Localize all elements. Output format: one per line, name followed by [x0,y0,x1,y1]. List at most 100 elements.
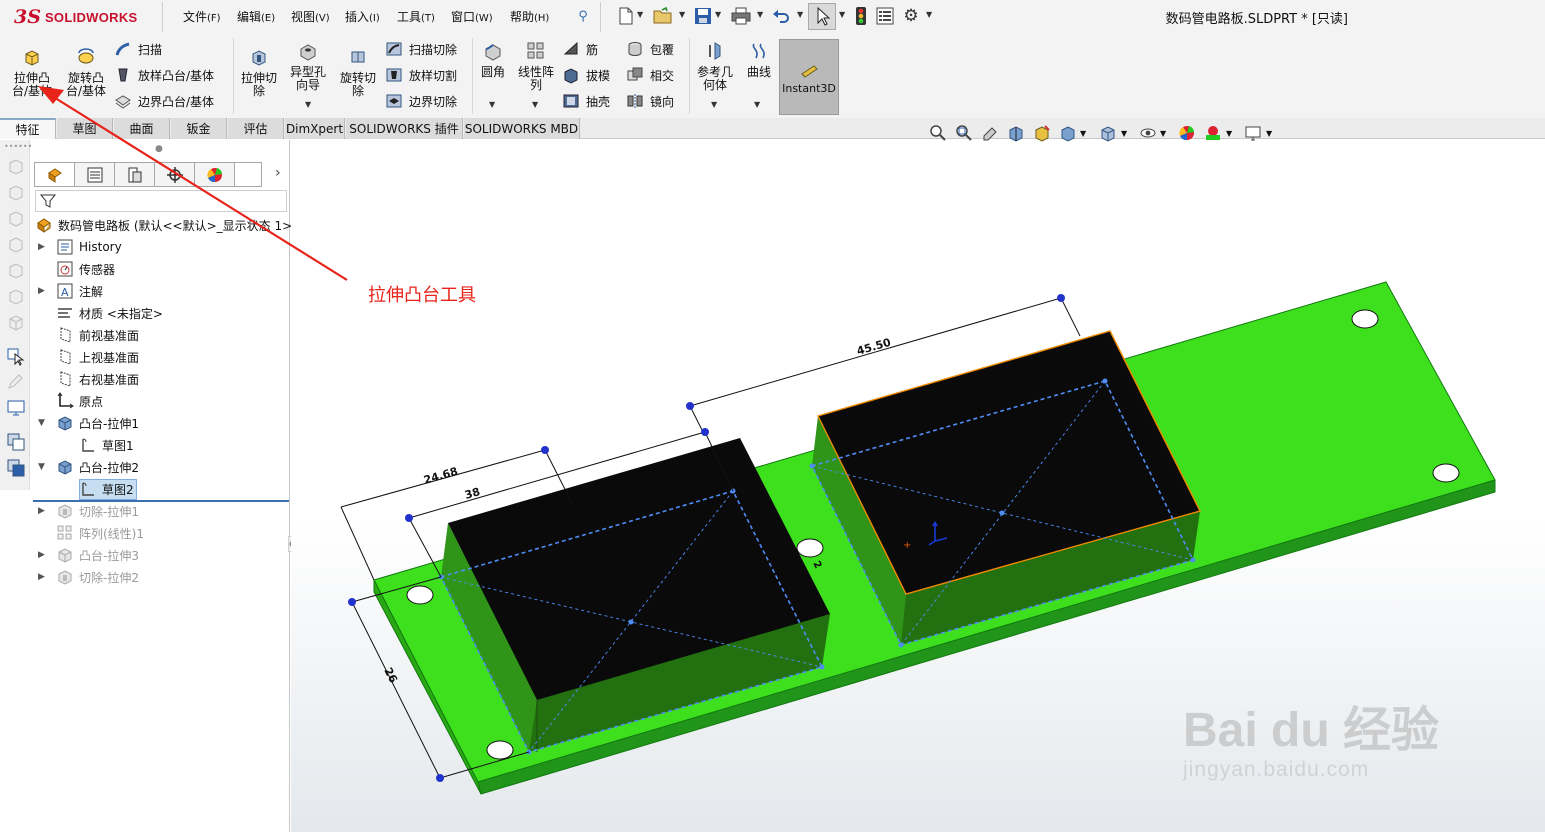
extrude-boss-button[interactable]: 拉伸凸 台/基体 [8,47,56,98]
file-properties-icon[interactable] [875,6,895,26]
expand-arrow-icon[interactable]: ▶ [38,242,45,252]
collapse-arrow-icon[interactable]: ▼ [38,418,45,428]
save-icon[interactable] [693,6,713,26]
expand-arrow-icon[interactable]: ▶ [38,506,45,516]
chevron-down-icon[interactable]: ▼ [1160,129,1166,138]
display-style-icon[interactable] [1099,124,1117,142]
mounting-hole[interactable] [486,740,514,760]
panel-grip[interactable]: ● [155,144,163,154]
tree-item-history[interactable]: History [56,236,122,258]
chevron-down-icon[interactable]: ▼ [637,10,643,19]
feature-tree-tab[interactable] [35,163,75,186]
lofted-cut-button[interactable]: 放样切割 [385,64,457,86]
configuration-manager-tab[interactable] [115,163,155,186]
hide-show-items-icon[interactable] [1139,124,1157,142]
reference-geometry-button[interactable]: 参考几 何体 [692,41,738,92]
chevron-down-icon[interactable]: ▼ [754,100,760,109]
chevron-down-icon[interactable]: ▼ [715,10,721,19]
open-folder-icon[interactable] [653,6,673,26]
linear-pattern-button[interactable]: 线性阵 列 [513,41,559,92]
tab-sheet-metal[interactable]: 钣金 [171,118,227,139]
chevron-down-icon[interactable]: ▼ [711,100,717,109]
tab-evaluate[interactable]: 评估 [228,118,284,139]
intersect-button[interactable]: 相交 [626,64,674,86]
chevron-down-icon[interactable]: ▼ [757,10,763,19]
zoom-to-fit-icon[interactable] [929,124,947,142]
menu-view[interactable]: 视图(V) [291,8,330,25]
mounting-hole[interactable] [796,538,824,558]
view-cube-icon[interactable] [6,286,26,306]
zoom-to-area-icon[interactable] [955,124,973,142]
rebuild-traffic-light-icon[interactable] [851,6,871,26]
chevron-down-icon[interactable]: ▼ [489,100,495,109]
tree-item-material[interactable]: 材质 <未指定> [56,302,163,324]
mounting-hole[interactable] [1351,309,1379,329]
undo-icon[interactable] [771,6,791,26]
rib-button[interactable]: 筋 [562,38,598,60]
wrap-button[interactable]: 包覆 [626,38,674,60]
paste-icon[interactable] [6,458,26,478]
tab-surfaces[interactable]: 曲面 [114,118,170,139]
view-cube-icon[interactable] [6,260,26,280]
fillet-button[interactable]: 圆角 [476,41,510,79]
display-manager-tab[interactable] [195,163,235,186]
draft-button[interactable]: 拔模 [562,64,610,86]
select-icon[interactable] [6,346,26,366]
part-root-node[interactable]: 数码管电路板 (默认<<默认>_显示状态 1>) [35,214,297,236]
tree-item-cut-extrude1[interactable]: 切除-拉伸1 [56,500,139,522]
select-tool-button[interactable] [808,3,836,30]
tab-features[interactable]: 特征 [0,118,56,139]
extrude-cut-button[interactable]: 拉伸切 除 [236,47,282,98]
tree-item-sensors[interactable]: 传感器 [56,258,115,280]
dimxpert-manager-tab[interactable] [155,163,195,186]
revolve-boss-button[interactable]: 旋转凸 台/基体 [62,47,110,98]
new-document-icon[interactable] [616,6,636,26]
menu-tools[interactable]: 工具(T) [397,8,435,25]
shell-button[interactable]: 抽壳 [562,90,610,112]
chevron-down-icon[interactable]: ▼ [305,100,311,109]
chevron-down-icon[interactable]: ▼ [1080,129,1086,138]
isometric-view-icon[interactable] [6,312,26,332]
chevron-down-icon[interactable]: ▼ [532,100,538,109]
collapse-arrow-icon[interactable]: ▼ [38,462,45,472]
menu-edit[interactable]: 编辑(E) [237,8,275,25]
expand-arrow-icon[interactable]: ▶ [38,550,45,560]
hole-wizard-button[interactable]: 异型孔 向导 [285,41,331,92]
tab-solidworks-mbd[interactable]: SOLIDWORKS MBD [464,118,580,139]
mounting-hole[interactable] [1432,463,1460,483]
chevron-down-icon[interactable]: ▼ [797,10,803,19]
tree-item-boss-extrude2[interactable]: 凸台-拉伸2 [56,456,139,478]
tab-sketch[interactable]: 草图 [57,118,113,139]
tree-item-sketch1[interactable]: 草图1 [79,434,134,456]
view-settings-icon[interactable] [1244,124,1262,142]
view-cube-icon[interactable] [6,182,26,202]
tab-solidworks-addins[interactable]: SOLIDWORKS 插件 [346,118,463,139]
solidworks-logo[interactable]: 3S SOLIDWORKS [14,4,138,30]
boundary-cut-button[interactable]: 边界切除 [385,90,457,112]
tree-item-top-plane[interactable]: 上视基准面 [56,346,139,368]
tab-dimxpert[interactable]: DimXpert [285,118,345,139]
swept-cut-button[interactable]: 扫描切除 [385,38,457,60]
tree-item-linear-pattern1[interactable]: 阵列(线性)1 [56,522,144,544]
print-icon[interactable] [731,6,751,26]
menu-insert[interactable]: 插入(I) [345,8,380,25]
chevron-down-icon[interactable]: ▼ [1266,129,1272,138]
view-cube-icon[interactable] [6,208,26,228]
tree-item-right-plane[interactable]: 右视基准面 [56,368,139,390]
chevron-down-icon[interactable]: ▼ [1226,129,1232,138]
revolve-cut-button[interactable]: 旋转切 除 [335,47,381,98]
chevron-down-icon[interactable]: ▼ [839,10,845,19]
mounting-hole[interactable] [406,585,434,605]
sweep-button[interactable]: 扫描 [114,38,162,60]
chevron-down-icon[interactable]: ▼ [679,10,685,19]
loft-boss-button[interactable]: 放样凸台/基体 [114,64,214,86]
tree-item-cut-extrude2[interactable]: 切除-拉伸2 [56,566,139,588]
tree-item-boss-extrude3[interactable]: 凸台-拉伸3 [56,544,139,566]
menu-window[interactable]: 窗口(W) [451,8,493,25]
boundary-boss-button[interactable]: 边界凸台/基体 [114,90,214,112]
pin-icon[interactable]: ⚲ [573,6,593,26]
section-view-icon[interactable] [1007,124,1025,142]
apply-scene-icon[interactable] [1204,124,1222,142]
tree-filter-field[interactable] [35,190,287,212]
chevron-down-icon[interactable]: ▼ [1121,129,1127,138]
